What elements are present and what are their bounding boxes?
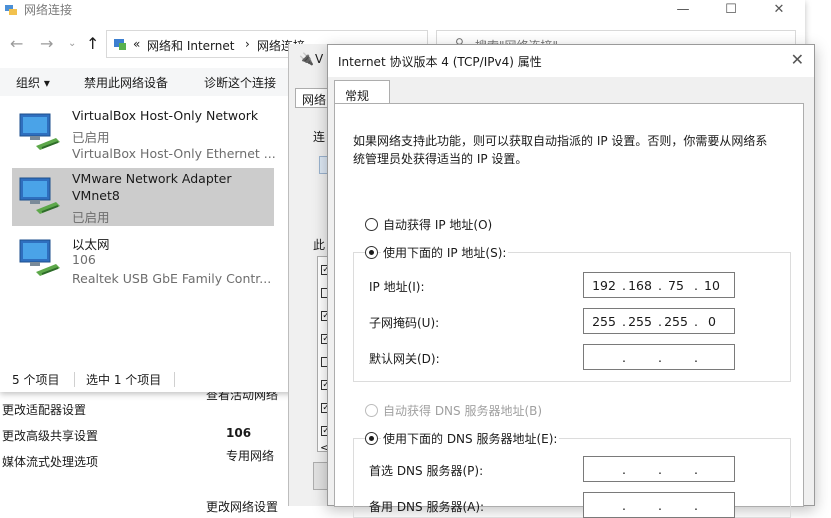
organize-menu[interactable]: 组织 ▾ [16,74,50,91]
dialog-title: Internet 协议版本 4 (TCP/IPv4) 属性 [338,55,542,69]
subnet-mask-field[interactable]: 255 . 255 . 255 . 0 [583,308,735,334]
connect-using-label: 连 [313,130,326,144]
network-sharing-center: 更改适配器设置 更改高级共享设置 媒体流式处理选项 查看活动网络 106 专用网… [0,380,300,514]
preferred-dns-label: 首选 DNS 服务器(P): [369,464,484,478]
diagnose-button[interactable]: 诊断这个连接 [204,74,276,91]
selected-count: 选中 1 个项目 [86,373,162,387]
title-bar: 网络连接 — ☐ ✕ [0,0,805,22]
control-panel-icon [113,37,127,51]
change-network-settings-heading: 更改网络设置 [206,500,279,514]
dialog-title-bar: Internet 协议版本 4 (TCP/IPv4) 属性 ✕ [328,45,814,77]
network-folder-icon [4,2,18,16]
tab-strip: 常规 [328,77,814,106]
close-button[interactable]: ✕ [756,0,802,22]
dialog-icon: 🔌 [299,52,314,66]
adapter-status: 106 [72,252,96,267]
ip-dot: . [694,350,698,365]
ip-dot: . [622,350,626,365]
list-item-selected[interactable]: VMware Network Adapter VMnet8 已启用 [12,168,274,226]
list-item[interactable]: 以太网 106 Realtek USB GbE Family Contr... [12,230,274,290]
breadcrumb-separator: › [245,37,250,51]
ipv4-properties-dialog: Internet 协议版本 4 (TCP/IPv4) 属性 ✕ 常规 如果网络支… [327,44,815,518]
list-item[interactable]: VirtualBox Host-Only Network 已启用 Virtual… [12,102,276,162]
forward-arrow-icon[interactable]: → [40,34,53,53]
network-type: 专用网络 [226,449,275,463]
up-arrow-icon[interactable]: ↑ [86,34,99,53]
adapter-status: 已启用 [72,210,110,225]
adapter-device: Realtek USB GbE Family Contr... [72,271,272,286]
adapter-name: VirtualBox Host-Only Network [72,108,259,123]
window-title: 网络连接 [24,3,73,17]
tab-networking-label: 网络 [302,93,327,107]
disable-device-button[interactable]: 禁用此网络设备 [84,74,168,91]
media-streaming-link[interactable]: 媒体流式处理选项 [2,453,98,470]
adapter-status: 已启用 [72,130,110,145]
auto-ip-radio[interactable] [365,218,378,231]
manual-ip-label[interactable]: 使用下面的 IP 地址(S): [381,244,509,261]
network-name: 106 [226,426,252,440]
adapter-device: VirtualBox Host-Only Ethernet ... [72,146,276,161]
network-adapter-icon [16,172,64,220]
general-panel: 如果网络支持此功能，则可以获取自动指派的 IP 设置。否则，你需要从网络系统管理… [334,103,804,518]
alternate-dns-label: 备用 DNS 服务器(A): [369,500,485,514]
ip-address-field[interactable]: 192 . 168 . 75 . 10 [583,272,735,298]
auto-ip-label[interactable]: 自动获得 IP 地址(O) [381,216,495,233]
dialog-title-partial: V [315,52,324,66]
item-count: 5 个项目 [12,373,60,387]
mask-octet-1: 255 [592,314,616,329]
status-bar: 5 个项目 选中 1 个项目 [0,368,290,392]
mask-octet-2: 255 [628,314,652,329]
auto-dns-radio[interactable] [365,404,378,417]
change-sharing-settings-link[interactable]: 更改高级共享设置 [2,427,98,444]
ip-dot: . [622,462,626,477]
preferred-dns-field[interactable]: . . . [583,456,735,482]
breadcrumb-overflow[interactable]: « [133,37,140,51]
ip-dot: . [658,350,662,365]
manual-dns-radio[interactable] [365,432,378,445]
network-adapter-icon [16,234,64,282]
description-text: 如果网络支持此功能，则可以获取自动指派的 IP 设置。否则，你需要从网络系统管理… [353,134,768,166]
adapter-name: 以太网 [72,237,110,252]
minimize-button[interactable]: — [660,0,706,22]
ip-octet-3: 75 [668,278,684,293]
ip-dot: . [658,462,662,477]
network-adapter-icon [16,108,64,156]
manual-dns-label[interactable]: 使用下面的 DNS 服务器地址(E): [381,430,560,447]
status-separator [174,372,175,387]
status-separator [74,372,75,387]
subnet-mask-label: 子网掩码(U): [369,316,440,330]
manual-ip-radio[interactable] [365,246,378,259]
ip-octet-4: 10 [704,278,720,293]
adapter-name-line2: VMnet8 [72,188,120,203]
gateway-field[interactable]: . . . [583,344,735,370]
ip-octet-1: 192 [592,278,616,293]
ip-address-label: IP 地址(I): [369,280,425,294]
ip-dot: . [694,462,698,477]
close-icon[interactable]: ✕ [791,50,804,69]
mask-octet-4: 0 [708,314,716,329]
adapter-name: VMware Network Adapter [72,171,232,186]
breadcrumb-network-internet[interactable]: 网络和 Internet [147,37,234,54]
mask-octet-3: 255 [664,314,688,329]
auto-dns-label[interactable]: 自动获得 DNS 服务器地址(B) [381,402,545,419]
gateway-label: 默认网关(D): [369,352,440,366]
items-label: 此 [313,238,326,252]
alternate-dns-field[interactable]: . . . [583,492,735,518]
change-adapter-settings-link[interactable]: 更改适配器设置 [2,401,86,418]
maximize-button[interactable]: ☐ [708,0,754,22]
recent-chevron-icon[interactable]: ⌄ [68,38,76,49]
ip-octet-2: 168 [628,278,652,293]
back-arrow-icon[interactable]: ← [10,34,23,53]
